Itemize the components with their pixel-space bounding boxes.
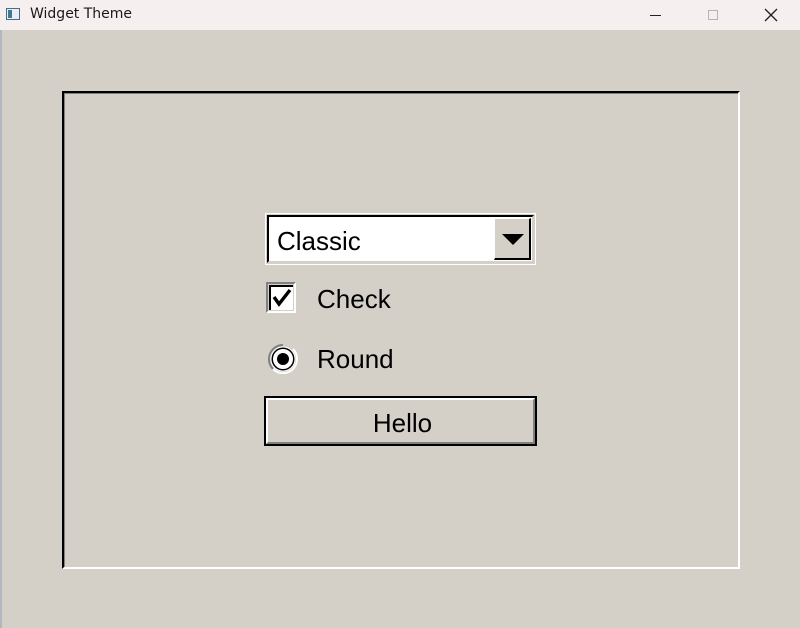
combobox-field[interactable]: Classic [267,215,534,263]
window-title: Widget Theme [30,6,133,22]
window-app-icon [6,8,20,20]
checkbox-label: Check [317,284,391,314]
combobox-dropdown-button[interactable] [494,218,531,260]
radio-label: Round [317,344,394,374]
maximize-icon [708,10,718,20]
app-window: Widget Theme Classic Check Round Hello [0,0,800,628]
maximize-button[interactable] [684,0,742,30]
combobox-value: Classic [277,226,361,256]
checkbox-box [269,285,293,310]
dropdown-arrow-icon [502,234,524,245]
theme-combobox[interactable]: Classic [265,213,536,265]
hello-button-label: Hello [372,408,433,438]
hello-button-face: Hello [266,398,535,444]
close-icon [764,8,778,22]
radio-button[interactable] [267,344,299,375]
radio-selected-icon [267,344,299,375]
checkbox[interactable] [266,282,296,313]
hello-button[interactable]: Hello [264,396,537,446]
round-option[interactable]: Round [267,344,394,375]
minimize-button[interactable] [626,0,684,30]
window-left-edge [0,30,2,628]
minimize-icon [649,14,661,16]
checkmark-icon [272,288,292,307]
check-option[interactable]: Check [266,282,391,314]
title-bar[interactable]: Widget Theme [0,0,800,30]
close-button[interactable] [742,0,800,30]
content-frame [62,91,740,569]
